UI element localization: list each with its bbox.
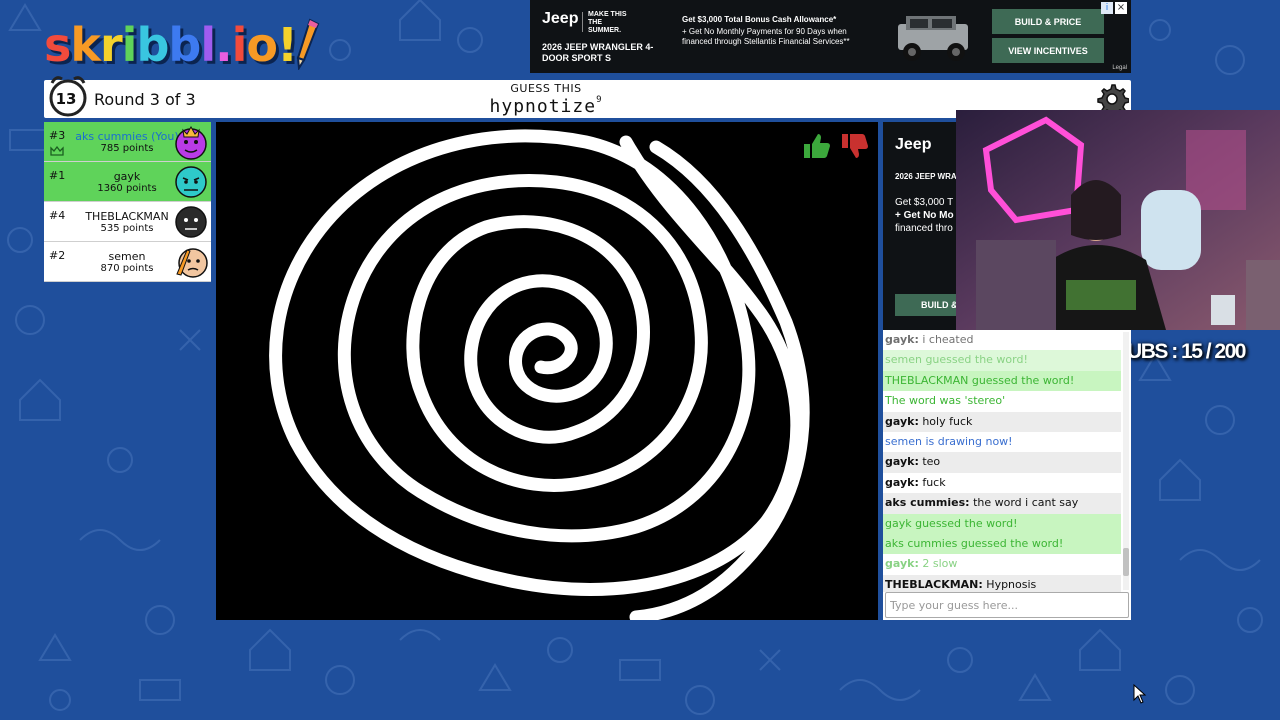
word-hint: hypnotize9 <box>44 95 1048 117</box>
ad-info-icon[interactable]: i <box>1101 2 1113 14</box>
player-points: 1360 points <box>97 183 157 194</box>
chat-scroll-thumb[interactable] <box>1123 548 1129 576</box>
ad-close-icon[interactable]: × <box>1115 2 1127 14</box>
guess-input[interactable] <box>885 592 1129 618</box>
chat-panel: gayk: i cheated semen guessed the word! … <box>883 330 1131 620</box>
webcam-image <box>956 110 1280 330</box>
chat-text: aks cummies guessed the word! <box>885 536 1064 550</box>
chat-author: gayk: <box>885 455 919 469</box>
ad-copy-line2: + Get No Monthly Payments for 90 Days wh… <box>682 27 850 46</box>
ad-side-copy-line3: financed thro <box>895 223 953 234</box>
player-row[interactable]: #2 semen 870 points <box>44 242 211 282</box>
ad-side-copy-line2: + Get No Mo <box>895 210 954 221</box>
chat-message: gayk guessed the word! <box>883 513 1121 534</box>
player-name: aks cummies (You) <box>75 130 179 143</box>
ad-brand: Jeep <box>542 10 579 27</box>
player-points: 785 points <box>100 143 154 154</box>
chat-text: gayk guessed the word! <box>885 516 1018 530</box>
chat-text: fuck <box>918 475 946 489</box>
player-rank: #1 <box>49 169 66 182</box>
chat-message: gayk: holy fuck <box>883 411 1121 432</box>
player-row[interactable]: #1 gayk 1360 points <box>44 162 211 202</box>
word-length: 9 <box>596 95 603 105</box>
player-list: #3 aks cummies (You) 785 points #1 gayk … <box>44 122 211 282</box>
ad-copy-line1: Get $3,000 Total Bonus Cash Allowance* <box>682 15 837 24</box>
ad-legal-link[interactable]: Legal <box>1112 65 1127 71</box>
ad-side-copy: Get $3,000 T + Get No Mo financed thro <box>895 196 954 235</box>
chat-author: gayk: <box>885 414 919 428</box>
chat-message: gayk: 2 slow <box>883 554 1121 575</box>
player-name: gayk <box>113 170 141 183</box>
player-row[interactable]: #3 aks cummies (You) 785 points <box>44 122 211 162</box>
webcam-overlay <box>956 110 1280 330</box>
player-avatar <box>175 206 207 238</box>
player-points: 870 points <box>100 263 154 274</box>
crown-icon <box>50 146 64 156</box>
mouse-cursor-icon <box>1133 684 1147 704</box>
thumbs-up-icon[interactable] <box>800 130 832 162</box>
guess-label: GUESS THIS <box>510 82 582 95</box>
spiral-drawing <box>269 129 810 620</box>
chat-author: aks cummies: <box>885 496 970 510</box>
drawing-player-avatar <box>176 248 208 278</box>
player-row[interactable]: #4 THEBLACKMAN 535 points <box>44 202 211 242</box>
chat-message: gayk: fuck <box>883 473 1121 493</box>
word-text: hypnotize <box>489 96 597 117</box>
chat-author: gayk: <box>885 333 919 346</box>
drawing-canvas[interactable] <box>216 122 878 620</box>
chat-text: holy fuck <box>918 414 973 428</box>
chat-message: THEBLACKMAN guessed the word! <box>883 370 1121 392</box>
player-name: semen <box>108 250 146 263</box>
chat-text: i cheated <box>918 333 974 346</box>
ad-banner-top[interactable]: Jeep MAKE THIS THE SUMMER. 2026 JEEP WRA… <box>530 0 1131 73</box>
chat-message: semen is drawing now! <box>883 432 1121 452</box>
player-rank: #2 <box>49 249 66 262</box>
chat-scrollbar[interactable] <box>1123 332 1129 590</box>
player-rank: #3 <box>49 129 66 142</box>
chat-message: aks cummies: the word i cant say <box>883 493 1121 514</box>
view-incentives-button[interactable]: VIEW INCENTIVES <box>992 38 1104 63</box>
chat-author: gayk: <box>885 557 919 571</box>
chat-messages: gayk: i cheated semen guessed the word! … <box>883 330 1121 592</box>
player-rank: #4 <box>49 209 66 222</box>
chat-text: semen is drawing now! <box>885 434 1013 448</box>
chat-message: semen guessed the word! <box>883 350 1121 371</box>
player-avatar <box>175 166 207 198</box>
chat-text: teo <box>918 455 941 469</box>
skribbl-logo: skribbl.io! <box>44 14 320 74</box>
chat-message: THEBLACKMAN: Hypnosis <box>883 574 1121 592</box>
chat-message: gayk: i cheated <box>883 330 1121 350</box>
chat-author: gayk: <box>885 475 919 489</box>
chat-text: The word was 'stereo' <box>885 394 1006 408</box>
chat-message: aks cummies guessed the word! <box>883 533 1121 555</box>
jeep-car-image <box>898 16 968 61</box>
chat-text: the word i cant say <box>969 496 1079 510</box>
chat-author: THEBLACKMAN: <box>885 577 983 591</box>
chat-text: 2 slow <box>918 557 958 571</box>
chat-message: The word was 'stereo' <box>883 391 1121 412</box>
thumbs-down-icon[interactable] <box>838 130 870 162</box>
chat-text: semen guessed the word! <box>885 353 1028 367</box>
pencil-icon <box>296 18 320 70</box>
chat-message: gayk: teo <box>883 452 1121 473</box>
chat-text: THEBLACKMAN guessed the word! <box>885 373 1075 387</box>
ad-tagline: MAKE THIS THE SUMMER. <box>588 11 627 34</box>
logo-text: skribbl.io! <box>44 18 298 72</box>
ad-side-model: 2026 JEEP WRA <box>895 172 957 181</box>
player-points: 535 points <box>100 223 154 234</box>
ad-divider <box>582 12 583 32</box>
ad-side-brand: Jeep <box>895 136 932 153</box>
build-price-button[interactable]: BUILD & PRICE <box>992 9 1104 34</box>
player-name: THEBLACKMAN <box>85 210 169 223</box>
chat-text: Hypnosis <box>982 577 1037 591</box>
ad-side-build-button[interactable]: BUILD & <box>895 294 965 316</box>
ad-side-copy-line1: Get $3,000 T <box>895 197 954 208</box>
ad-model: 2026 JEEP WRANGLER 4-DOOR SPORT S <box>542 42 654 63</box>
player-avatar <box>175 125 207 160</box>
